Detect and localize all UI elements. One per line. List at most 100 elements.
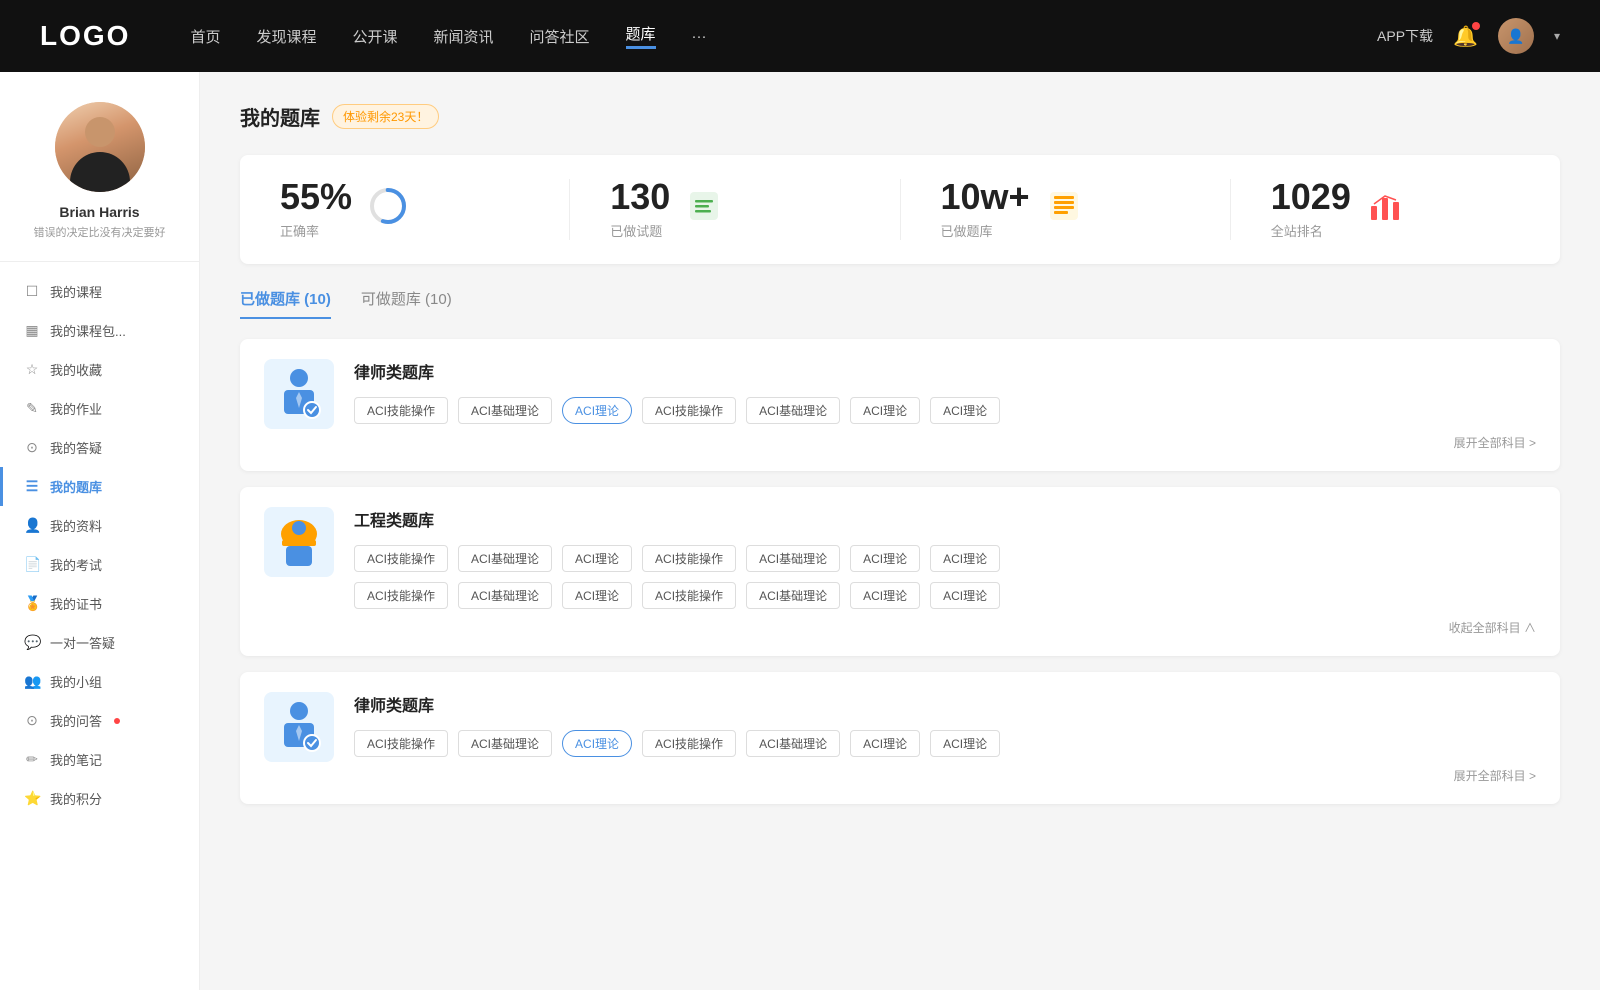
user-avatar-nav[interactable]: 👤 — [1498, 18, 1534, 54]
tag[interactable]: ACI基础理论 — [458, 582, 552, 609]
tags-row-2: ACI技能操作 ACI基础理论 ACI理论 ACI技能操作 ACI基础理论 AC… — [354, 582, 1536, 609]
tag[interactable]: ACI技能操作 — [642, 397, 736, 424]
bank-card-lawyer-2-content: 律师类题库 ACI技能操作 ACI基础理论 ACI理论 ACI技能操作 ACI基… — [354, 692, 1536, 784]
nav-opencourse[interactable]: 公开课 — [352, 26, 397, 47]
expand-link-1[interactable]: 展开全部科目 > — [354, 434, 1536, 451]
stat-done-questions: 130 已做试题 — [570, 179, 900, 240]
sidebar-item-notes[interactable]: ✏ 我的笔记 — [0, 740, 199, 779]
notification-bell-icon[interactable]: 🔔 — [1453, 24, 1478, 49]
page-header: 我的题库 体验剩余23天！ — [240, 102, 1560, 131]
ranking-label: 全站排名 — [1271, 221, 1351, 240]
collapse-link-engineer[interactable]: 收起全部科目 ∧ — [354, 619, 1536, 636]
tag[interactable]: ACI理论 — [850, 545, 920, 572]
tag[interactable]: ACI技能操作 — [354, 545, 448, 572]
tag[interactable]: ACI理论 — [930, 582, 1000, 609]
tag[interactable]: ACI技能操作 — [642, 730, 736, 757]
tag[interactable]: ACI理论 — [930, 730, 1000, 757]
sidebar-profile: Brian Harris 错误的决定比没有决定要好 — [0, 102, 199, 262]
nav-more[interactable]: ··· — [692, 28, 707, 45]
tab-available-banks[interactable]: 可做题库 (10) — [361, 288, 452, 319]
answers-icon: ⊙ — [24, 439, 40, 456]
tag[interactable]: ACI基础理论 — [746, 397, 840, 424]
nav-menu: 首页 发现课程 公开课 新闻资讯 问答社区 题库 ··· — [190, 23, 1377, 49]
navbar: LOGO 首页 发现课程 公开课 新闻资讯 问答社区 题库 ··· APP下载 … — [0, 0, 1600, 72]
bank-card-lawyer-1-title: 律师类题库 — [354, 359, 1536, 383]
nav-home[interactable]: 首页 — [190, 26, 220, 47]
tag[interactable]: ACI理论 — [850, 730, 920, 757]
nav-qa[interactable]: 问答社区 — [530, 26, 590, 47]
tag[interactable]: ACI理论 — [850, 397, 920, 424]
avatar-inner: 👤 — [1498, 18, 1534, 54]
ranking-value: 1029 — [1271, 179, 1351, 215]
tag[interactable]: ACI技能操作 — [354, 582, 448, 609]
points-icon: ⭐ — [24, 790, 40, 807]
tag[interactable]: ACI理论 — [562, 545, 632, 572]
tag-active[interactable]: ACI理论 — [562, 397, 632, 424]
sidebar: Brian Harris 错误的决定比没有决定要好 ☐ 我的课程 ▦ 我的课程包… — [0, 72, 200, 990]
sidebar-item-packages[interactable]: ▦ 我的课程包... — [0, 311, 199, 350]
nav-questions[interactable]: 题库 — [626, 23, 656, 49]
tutoring-icon: 💬 — [24, 634, 40, 651]
certificates-icon: 🏅 — [24, 595, 40, 612]
bank-card-engineer-tags: ACI技能操作 ACI基础理论 ACI理论 ACI技能操作 ACI基础理论 AC… — [354, 545, 1536, 609]
sidebar-item-homework[interactable]: ✎ 我的作业 — [0, 389, 199, 428]
stat-done-banks: 10w+ 已做题库 — [901, 179, 1231, 240]
bank-card-lawyer-1-content: 律师类题库 ACI技能操作 ACI基础理论 ACI理论 ACI技能操作 ACI基… — [354, 359, 1536, 451]
exams-icon: 📄 — [24, 556, 40, 573]
avatar-image — [55, 102, 145, 192]
lawyer-icon-2 — [264, 692, 334, 762]
homework-icon: ✎ — [24, 400, 40, 417]
sidebar-motto: 错误的决定比没有决定要好 — [20, 226, 179, 241]
bank-card-engineer-content: 工程类题库 ACI技能操作 ACI基础理论 ACI理论 ACI技能操作 ACI基… — [354, 507, 1536, 636]
navbar-right: APP下载 🔔 👤 ▾ — [1377, 18, 1560, 54]
sidebar-item-groups[interactable]: 👥 我的小组 — [0, 662, 199, 701]
tag[interactable]: ACI基础理论 — [746, 545, 840, 572]
sidebar-item-certificates[interactable]: 🏅 我的证书 — [0, 584, 199, 623]
tag[interactable]: ACI基础理论 — [458, 545, 552, 572]
accuracy-label: 正确率 — [280, 221, 352, 240]
sidebar-item-answers[interactable]: ⊙ 我的答疑 — [0, 428, 199, 467]
bank-card-engineer-title: 工程类题库 — [354, 507, 1536, 531]
sidebar-item-my-qa[interactable]: ⊙ 我的问答 — [0, 701, 199, 740]
nav-news[interactable]: 新闻资讯 — [434, 26, 494, 47]
sidebar-item-tutoring[interactable]: 💬 一对一答疑 — [0, 623, 199, 662]
tab-done-banks[interactable]: 已做题库 (10) — [240, 288, 331, 319]
favorites-icon: ☆ — [24, 361, 40, 378]
tag[interactable]: ACI理论 — [930, 545, 1000, 572]
tag[interactable]: ACI技能操作 — [354, 397, 448, 424]
done-questions-icon — [686, 188, 722, 231]
lawyer-icon-1 — [264, 359, 334, 429]
dropdown-arrow-icon[interactable]: ▾ — [1554, 29, 1560, 43]
tag[interactable]: ACI基础理论 — [746, 730, 840, 757]
tag[interactable]: ACI基础理论 — [458, 397, 552, 424]
tag-active[interactable]: ACI理论 — [562, 730, 632, 757]
sidebar-item-profile[interactable]: 👤 我的资料 — [0, 506, 199, 545]
stat-ranking: 1029 全站排名 — [1231, 179, 1560, 240]
sidebar-item-question-bank[interactable]: ☰ 我的题库 — [0, 467, 199, 506]
nav-discover[interactable]: 发现课程 — [256, 26, 316, 47]
logo: LOGO — [40, 20, 130, 52]
accuracy-icon — [368, 186, 408, 233]
tag[interactable]: ACI基础理论 — [458, 730, 552, 757]
qa-notification-dot — [114, 718, 120, 724]
bank-card-lawyer-1-tags: ACI技能操作 ACI基础理论 ACI理论 ACI技能操作 ACI基础理论 AC… — [354, 397, 1536, 424]
sidebar-item-favorites[interactable]: ☆ 我的收藏 — [0, 350, 199, 389]
sidebar-item-exams[interactable]: 📄 我的考试 — [0, 545, 199, 584]
tag[interactable]: ACI理论 — [562, 582, 632, 609]
tag[interactable]: ACI基础理论 — [746, 582, 840, 609]
tag[interactable]: ACI技能操作 — [354, 730, 448, 757]
sidebar-item-courses[interactable]: ☐ 我的课程 — [0, 272, 199, 311]
tag[interactable]: ACI理论 — [850, 582, 920, 609]
done-questions-value: 130 — [610, 179, 670, 215]
done-banks-label: 已做题库 — [941, 221, 1030, 240]
app-download-button[interactable]: APP下载 — [1377, 26, 1433, 46]
tag[interactable]: ACI技能操作 — [642, 545, 736, 572]
sidebar-item-points[interactable]: ⭐ 我的积分 — [0, 779, 199, 818]
tag[interactable]: ACI技能操作 — [642, 582, 736, 609]
bank-card-lawyer-2-title: 律师类题库 — [354, 692, 1536, 716]
main-content: 我的题库 体验剩余23天！ 55% 正确率 — [200, 72, 1600, 990]
stats-row: 55% 正确率 130 已做试题 — [240, 155, 1560, 264]
tag[interactable]: ACI理论 — [930, 397, 1000, 424]
expand-link-2[interactable]: 展开全部科目 > — [354, 767, 1536, 784]
bank-card-lawyer-1: 律师类题库 ACI技能操作 ACI基础理论 ACI理论 ACI技能操作 ACI基… — [240, 339, 1560, 471]
